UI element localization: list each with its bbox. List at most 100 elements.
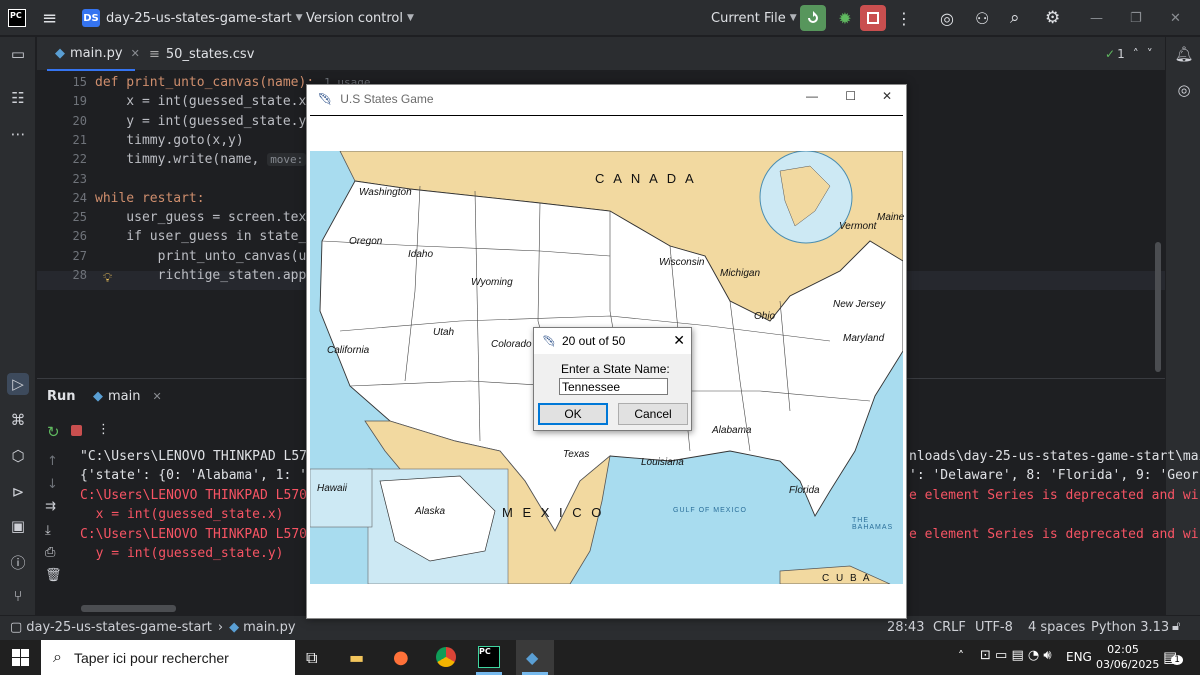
- windows-start-icon[interactable]: [12, 649, 29, 670]
- line-number: 27: [72, 248, 87, 263]
- search-placeholder: Taper ici pour rechercher: [73, 649, 229, 666]
- python-icon: ◆: [229, 620, 240, 635]
- python-taskbar-button[interactable]: ◆: [516, 640, 554, 675]
- python-packages-icon[interactable]: ⬡: [7, 445, 29, 467]
- line-separator[interactable]: CRLF: [933, 620, 966, 635]
- firefox-icon[interactable]: ●: [393, 647, 409, 668]
- main-menu-icon[interactable]: ≡: [42, 0, 57, 36]
- clock-time: 02:05: [1107, 643, 1139, 656]
- print-icon[interactable]: ⎙: [45, 545, 55, 560]
- map-label-new-jersey: New Jersey: [833, 299, 886, 310]
- python-console-icon[interactable]: ⌘: [7, 409, 29, 431]
- pycharm-logo[interactable]: PC: [8, 0, 26, 36]
- code-line: richtige_staten.append: [95, 268, 330, 283]
- code-text: timmy.goto(x,y): [95, 132, 244, 148]
- line-number: 21: [72, 132, 87, 147]
- task-view-icon[interactable]: ⧉: [306, 648, 317, 668]
- inspection-widget[interactable]: ✓ 1 ˄ ˅: [1105, 37, 1153, 71]
- chevron-up-icon[interactable]: ˄: [1133, 47, 1139, 61]
- problems-icon[interactable]: ⓘ: [7, 551, 29, 573]
- tray-chevron-up-icon[interactable]: ˄: [958, 649, 964, 663]
- close-tab-icon[interactable]: ✕: [131, 47, 140, 60]
- close-button[interactable]: ✕: [673, 332, 685, 349]
- tab-50-states-csv[interactable]: ≡ 50_states.csv: [145, 37, 254, 71]
- rerun-icon[interactable]: ↻: [47, 423, 60, 441]
- code-line: while restart:: [95, 191, 205, 206]
- scroll-down-icon[interactable]: ↓: [47, 477, 58, 492]
- terminal-icon[interactable]: ▣: [7, 515, 29, 537]
- map-label-vermont: Vermont: [839, 221, 877, 232]
- minimize-button[interactable]: —: [806, 89, 818, 103]
- chevron-down-icon[interactable]: ˅: [1147, 47, 1153, 61]
- stop-button[interactable]: [860, 5, 886, 31]
- clock[interactable]: 02:05 03/06/2025: [1096, 642, 1159, 672]
- project-folder-icon[interactable]: ▭: [7, 43, 29, 65]
- vcs-menu[interactable]: Version control ▼: [306, 0, 414, 36]
- code-line: y = int(guessed_state.y): [95, 114, 314, 129]
- notifications-icon[interactable]: 🔔︎: [1173, 43, 1195, 65]
- console-output-line-tail: e element Series is deprecated and wi: [909, 487, 1199, 503]
- line-number: 20: [72, 113, 87, 128]
- module-icon: ▢: [10, 620, 23, 635]
- code-text: if user_guess in state_nam: [95, 229, 330, 245]
- close-tab-icon[interactable]: ✕: [152, 390, 161, 403]
- git-icon[interactable]: ⑂: [7, 585, 29, 607]
- notification-center-icon[interactable]: ▤1: [1163, 648, 1183, 666]
- state-name-input[interactable]: [559, 378, 668, 395]
- minimize-button[interactable]: —: [1090, 0, 1103, 36]
- editor-scrollbar[interactable]: [1155, 242, 1161, 372]
- rerun-button[interactable]: [800, 5, 826, 31]
- code-text: timmy.write(name,: [95, 152, 268, 168]
- run-tool-icon[interactable]: ▷: [7, 373, 29, 395]
- breadcrumb-project[interactable]: day-25-us-states-game-start: [26, 620, 212, 635]
- interpreter[interactable]: Python 3.13: [1091, 620, 1169, 635]
- lock-icon[interactable]: 🔓︎: [1172, 619, 1180, 634]
- csv-file-icon: ≡: [149, 46, 160, 62]
- restore-button[interactable]: ❐: [1130, 0, 1142, 36]
- run-config-selector[interactable]: Current File ▼: [711, 0, 797, 36]
- more-actions-icon[interactable]: ⋮: [896, 0, 912, 36]
- structure-icon[interactable]: ☷: [7, 87, 29, 109]
- debug-button[interactable]: ✹: [832, 5, 858, 31]
- pycharm-taskbar-icon[interactable]: PC: [478, 646, 500, 668]
- add-user-icon[interactable]: ⚇: [975, 0, 989, 36]
- code-line: if user_guess in state_nam: [95, 229, 330, 244]
- more-tools-icon[interactable]: ⋯: [7, 123, 29, 145]
- indent-setting[interactable]: 4 spaces: [1028, 620, 1085, 635]
- horizontal-scrollbar[interactable]: [81, 605, 176, 612]
- console-output-line: x = int(guessed_state.x): [80, 507, 284, 523]
- close-button[interactable]: ✕: [1170, 0, 1181, 36]
- breadcrumb-file[interactable]: main.py: [243, 620, 296, 635]
- tray-icons[interactable]: ⊡ ▭ ▤ ◔ 🔊︎: [980, 648, 1052, 663]
- services-icon[interactable]: ⊳: [7, 481, 29, 503]
- trash-icon[interactable]: 🗑︎: [45, 568, 62, 583]
- taskbar-search[interactable]: ⌕ Taper ici pour rechercher: [41, 640, 295, 675]
- cancel-button[interactable]: Cancel: [618, 403, 688, 425]
- caret-position[interactable]: 28:43: [887, 620, 924, 635]
- run-panel-title: Run: [47, 389, 76, 404]
- python-icon: ◆: [93, 389, 103, 404]
- search-icon[interactable]: ⌕: [1010, 0, 1020, 36]
- ai-chat-icon[interactable]: ◎: [1173, 79, 1195, 101]
- stop-icon[interactable]: [71, 425, 82, 436]
- language-indicator[interactable]: ENG: [1066, 650, 1092, 664]
- tab-main-py[interactable]: ◆ main.py ✕: [47, 37, 140, 71]
- file-encoding[interactable]: UTF-8: [975, 620, 1013, 635]
- ok-button[interactable]: OK: [538, 403, 608, 425]
- project-selector[interactable]: DS day-25-us-states-game-start ▼: [82, 0, 302, 36]
- run-config-tab[interactable]: ◆ main ✕: [93, 389, 162, 404]
- scroll-up-icon[interactable]: ↑: [47, 454, 58, 469]
- scroll-to-end-icon[interactable]: ⤓: [45, 523, 51, 538]
- chrome-icon[interactable]: [436, 647, 456, 667]
- close-button[interactable]: ✕: [882, 89, 892, 103]
- settings-gear-icon[interactable]: ⚙: [1045, 0, 1060, 36]
- more-icon[interactable]: ⋮: [97, 422, 110, 437]
- code-line: timmy.goto(x,y): [95, 132, 244, 148]
- console-output-line: "C:\Users\LENOVO THINKPAD L570\A: [80, 449, 331, 464]
- maximize-button[interactable]: ☐: [845, 89, 856, 103]
- soft-wrap-icon[interactable]: ⇉: [45, 499, 56, 514]
- file-explorer-icon[interactable]: ▬: [349, 648, 364, 667]
- map-label-maryland: Maryland: [843, 333, 885, 344]
- dialog-prompt: Enter a State Name:: [561, 362, 670, 376]
- ai-assistant-icon[interactable]: ◎: [940, 0, 954, 36]
